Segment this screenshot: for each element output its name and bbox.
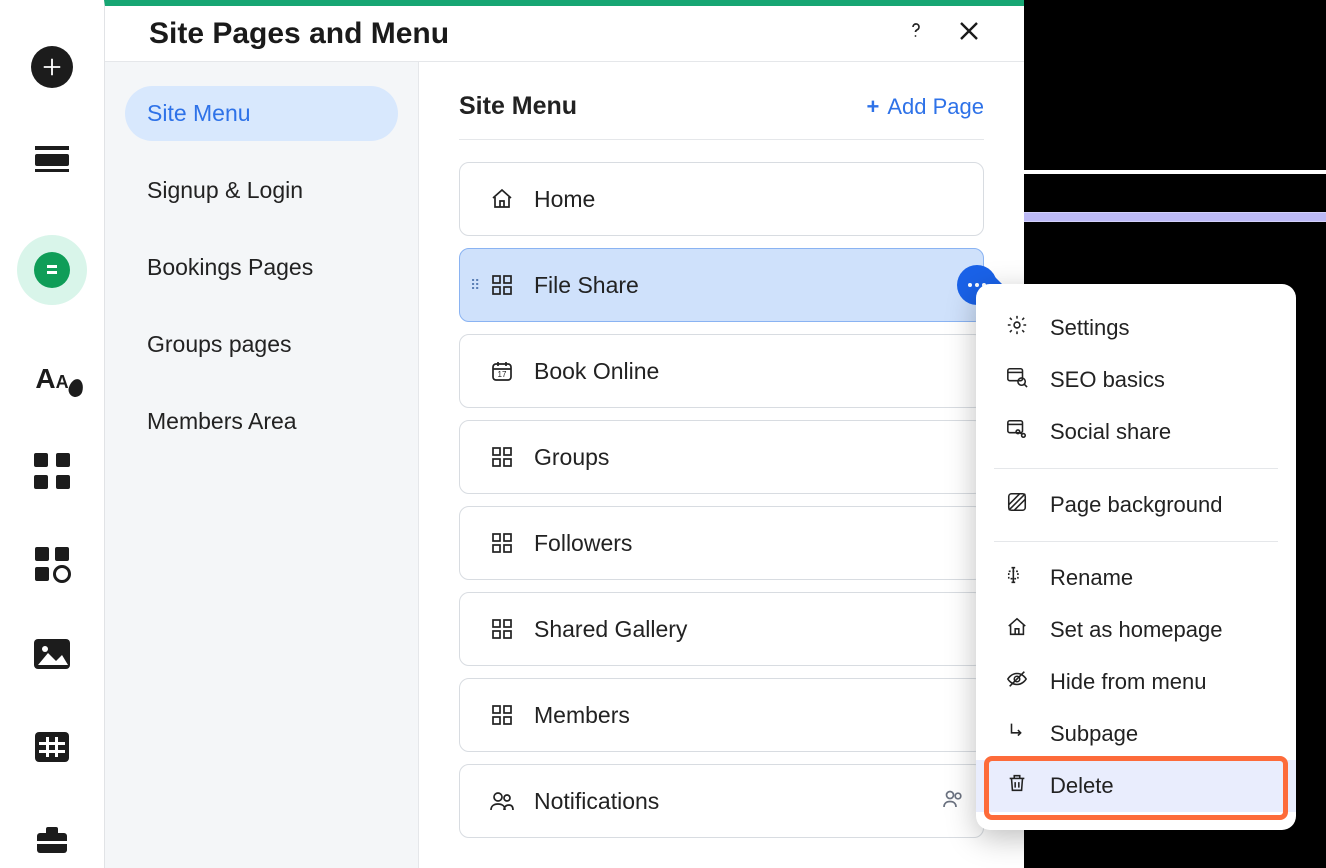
panel-title: Site Pages and Menu <box>149 17 449 51</box>
sidebar-item-signup-login[interactable]: Signup & Login <box>125 163 398 218</box>
pages-panel: Site Pages and Menu Site Menu Signup & L… <box>104 0 1024 868</box>
calendar-icon: 17 <box>490 359 514 383</box>
menu-label: SEO basics <box>1050 367 1165 393</box>
svg-text:17: 17 <box>498 370 507 379</box>
grid-icon <box>490 617 514 641</box>
page-row-notifications[interactable]: Notifications <box>459 764 984 838</box>
panel-main: Site Menu + Add Page Home ⠿ <box>419 62 1024 868</box>
layout-icon[interactable] <box>35 146 69 177</box>
doc-icon <box>44 260 60 280</box>
menu-label: Page background <box>1050 492 1222 518</box>
integrations-button[interactable] <box>35 547 69 581</box>
page-label: Notifications <box>534 788 659 815</box>
menu-item-delete[interactable]: Delete <box>976 760 1296 812</box>
seo-icon <box>1004 366 1030 394</box>
page-row-home[interactable]: Home <box>459 162 984 236</box>
sidebar-item-members-area[interactable]: Members Area <box>125 394 398 449</box>
page-label: Groups <box>534 444 609 471</box>
hide-icon <box>1004 668 1030 696</box>
canvas-stripe-accent <box>1024 212 1326 222</box>
rename-icon <box>1004 564 1030 592</box>
menu-item-subpage[interactable]: Subpage <box>976 708 1296 760</box>
add-button[interactable] <box>31 46 73 88</box>
menu-item-seo[interactable]: SEO basics <box>976 354 1296 406</box>
drop-icon <box>67 377 85 398</box>
help-icon[interactable] <box>904 18 928 49</box>
menu-label: Subpage <box>1050 721 1138 747</box>
drag-handle-icon[interactable]: ⠿ <box>470 282 482 288</box>
briefcase-button[interactable] <box>35 825 69 860</box>
page-label: Book Online <box>534 358 659 385</box>
share-icon <box>1004 418 1030 446</box>
page-row-followers[interactable]: Followers <box>459 506 984 580</box>
page-row-members[interactable]: Members <box>459 678 984 752</box>
home-icon <box>1004 616 1030 644</box>
add-page-button[interactable]: + Add Page <box>867 94 985 120</box>
menu-label: Hide from menu <box>1050 669 1207 695</box>
menu-label: Rename <box>1050 565 1133 591</box>
menu-item-page-background[interactable]: Page background <box>976 479 1296 531</box>
grid-icon <box>490 273 514 297</box>
menu-label: Delete <box>1050 773 1114 799</box>
page-list: Home ⠿ File Share 17 Book On <box>459 162 984 838</box>
table-button[interactable] <box>35 732 69 767</box>
close-icon[interactable] <box>958 18 980 49</box>
page-label: Members <box>534 702 630 729</box>
people-icon <box>490 789 514 813</box>
plus-icon <box>41 56 63 78</box>
sidebar-item-groups-pages[interactable]: Groups pages <box>125 317 398 372</box>
gear-icon <box>1004 314 1030 342</box>
trash-icon <box>1004 772 1030 800</box>
context-menu: Settings SEO basics Social share Page ba… <box>976 284 1296 830</box>
gear-icon <box>53 565 71 583</box>
separator <box>994 541 1278 542</box>
canvas-stripe <box>1024 170 1326 174</box>
menu-label: Set as homepage <box>1050 617 1222 643</box>
sidebar-item-bookings-pages[interactable]: Bookings Pages <box>125 240 398 295</box>
grid-icon <box>490 445 514 469</box>
page-row-shared-gallery[interactable]: Shared Gallery <box>459 592 984 666</box>
page-label: File Share <box>534 272 639 299</box>
panel-header: Site Pages and Menu <box>105 6 1024 61</box>
grid-icon <box>490 703 514 727</box>
menu-item-set-homepage[interactable]: Set as homepage <box>976 604 1296 656</box>
add-page-label: Add Page <box>887 94 984 119</box>
background-icon <box>1004 491 1030 519</box>
menu-item-rename[interactable]: Rename <box>976 552 1296 604</box>
main-heading: Site Menu <box>459 92 577 121</box>
sidebar-item-site-menu[interactable]: Site Menu <box>125 86 398 141</box>
page-label: Shared Gallery <box>534 616 687 643</box>
divider <box>459 139 984 140</box>
menu-item-hide[interactable]: Hide from menu <box>976 656 1296 708</box>
members-badge-icon <box>943 788 965 815</box>
page-row-groups[interactable]: Groups <box>459 420 984 494</box>
text-style-button[interactable]: AA <box>35 363 68 395</box>
page-row-file-share[interactable]: ⠿ File Share <box>459 248 984 322</box>
apps-button[interactable] <box>34 453 70 489</box>
page-label: Home <box>534 186 595 213</box>
plus-icon: + <box>867 94 880 119</box>
subpage-icon <box>1004 720 1030 748</box>
grid-icon <box>490 531 514 555</box>
page-label: Followers <box>534 530 632 557</box>
separator <box>994 468 1278 469</box>
menu-item-social[interactable]: Social share <box>976 406 1296 458</box>
home-icon <box>490 187 514 211</box>
tool-rail: AA <box>0 0 104 868</box>
image-button[interactable] <box>34 639 70 674</box>
menu-label: Settings <box>1050 315 1130 341</box>
menu-label: Social share <box>1050 419 1171 445</box>
pages-button[interactable] <box>17 235 87 305</box>
panel-sidebar: Site Menu Signup & Login Bookings Pages … <box>105 62 419 868</box>
menu-item-settings[interactable]: Settings <box>976 302 1296 354</box>
page-row-book-online[interactable]: 17 Book Online <box>459 334 984 408</box>
